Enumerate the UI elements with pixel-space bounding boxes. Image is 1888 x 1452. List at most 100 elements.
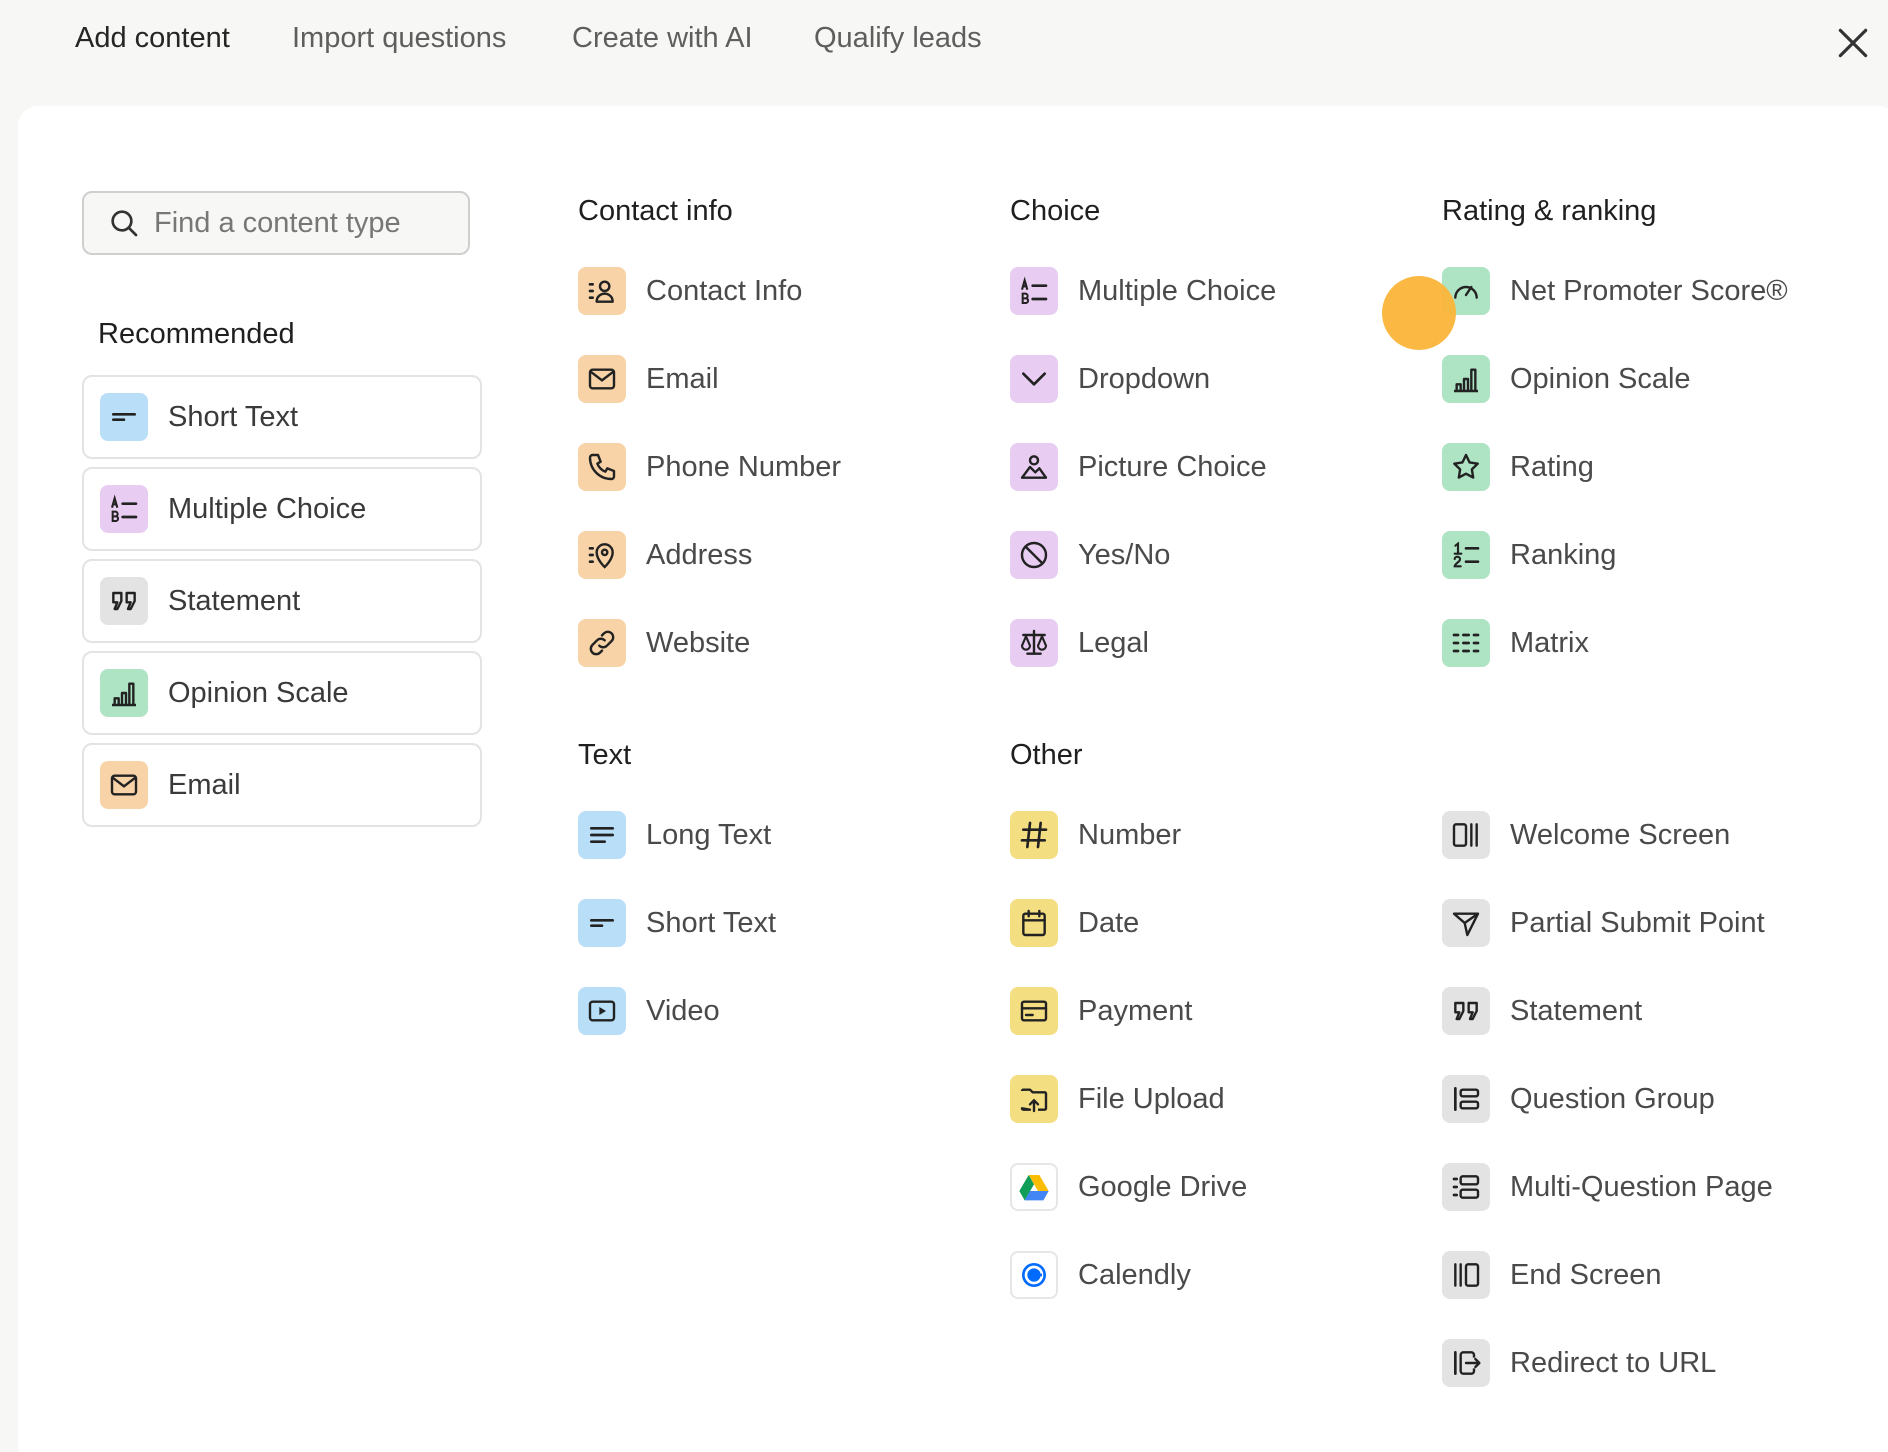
content-item-multi-question-page[interactable]: Multi-Question Page bbox=[1442, 1161, 1773, 1213]
quote-icon bbox=[1442, 987, 1490, 1035]
bar-chart-icon bbox=[1442, 355, 1490, 403]
hash-icon bbox=[1010, 811, 1058, 859]
send-icon bbox=[1442, 899, 1490, 947]
content-item-calendly[interactable]: Calendly bbox=[1010, 1249, 1191, 1301]
section-title-rating-ranking: Rating & ranking bbox=[1442, 195, 1657, 227]
phone-icon bbox=[578, 443, 626, 491]
content-item-email[interactable]: Email bbox=[578, 353, 719, 405]
ranking-list-icon bbox=[1442, 531, 1490, 579]
search-icon bbox=[111, 210, 138, 237]
content-item-rating[interactable]: Rating bbox=[1442, 441, 1594, 493]
recommended-item-opinion-scale[interactable]: Opinion Scale bbox=[82, 651, 482, 735]
content-item-address[interactable]: Address bbox=[578, 529, 752, 581]
credit-card-icon bbox=[1010, 987, 1058, 1035]
content-item-statement[interactable]: Statement bbox=[1442, 985, 1642, 1037]
content-item-welcome-screen[interactable]: Welcome Screen bbox=[1442, 809, 1730, 861]
recommended-item-short-text[interactable]: Short Text bbox=[82, 375, 482, 459]
content-item-label: Welcome Screen bbox=[1510, 818, 1731, 851]
content-item-payment[interactable]: Payment bbox=[1010, 985, 1192, 1037]
search-input[interactable] bbox=[154, 206, 454, 240]
short-text-icon bbox=[100, 393, 148, 441]
question-group-icon bbox=[1442, 1075, 1490, 1123]
content-item-file-upload[interactable]: File Upload bbox=[1010, 1073, 1225, 1125]
content-item-label: Contact Info bbox=[646, 274, 803, 307]
mail-icon bbox=[100, 761, 148, 809]
contact-card-icon bbox=[578, 267, 626, 315]
end-screen-icon bbox=[1442, 1251, 1490, 1299]
content-item-ranking[interactable]: Ranking bbox=[1442, 529, 1616, 581]
content-item-label: Legal bbox=[1078, 626, 1149, 659]
content-item-question-group[interactable]: Question Group bbox=[1442, 1073, 1715, 1125]
content-item-label: Email bbox=[646, 362, 719, 395]
long-text-icon bbox=[578, 811, 626, 859]
content-item-google-drive[interactable]: Google Drive bbox=[1010, 1161, 1247, 1213]
content-item-label: File Upload bbox=[1078, 1082, 1225, 1115]
recommended-item-label: Opinion Scale bbox=[168, 676, 349, 709]
content-item-legal[interactable]: Legal bbox=[1010, 617, 1149, 669]
multiple-choice-icon bbox=[1010, 267, 1058, 315]
recommended-item-email[interactable]: Email bbox=[82, 743, 482, 827]
google-drive-icon bbox=[1010, 1163, 1058, 1211]
chevron-down-icon bbox=[1010, 355, 1058, 403]
content-item-long-text[interactable]: Long Text bbox=[578, 809, 771, 861]
content-item-short-text[interactable]: Short Text bbox=[578, 897, 776, 949]
recommended-item-multiple-choice[interactable]: Multiple Choice bbox=[82, 467, 482, 551]
bar-chart-icon bbox=[100, 669, 148, 717]
content-item-partial-submit-point[interactable]: Partial Submit Point bbox=[1442, 897, 1765, 949]
tab-add-content[interactable]: Add content bbox=[75, 22, 230, 55]
content-item-video[interactable]: Video bbox=[578, 985, 720, 1037]
content-item-label: Statement bbox=[1510, 994, 1643, 1027]
recommended-item-statement[interactable]: Statement bbox=[82, 559, 482, 643]
content-item-label: Ranking bbox=[1510, 538, 1617, 571]
content-item-date[interactable]: Date bbox=[1010, 897, 1139, 949]
link-icon bbox=[578, 619, 626, 667]
multi-question-icon bbox=[1442, 1163, 1490, 1211]
content-item-label: Yes/No bbox=[1078, 538, 1171, 571]
content-item-label: Phone Number bbox=[646, 450, 842, 483]
content-item-label: Payment bbox=[1078, 994, 1193, 1027]
search-box[interactable] bbox=[82, 191, 470, 255]
top-tab-bar: Add content Import questions Create with… bbox=[0, 0, 1888, 88]
content-item-label: Picture Choice bbox=[1078, 450, 1267, 483]
content-item-number[interactable]: Number bbox=[1010, 809, 1181, 861]
content-item-contact-info[interactable]: Contact Info bbox=[578, 265, 802, 317]
content-item-label: Redirect to URL bbox=[1510, 1346, 1717, 1379]
recommended-item-label: Multiple Choice bbox=[168, 492, 367, 525]
content-item-opinion-scale[interactable]: Opinion Scale bbox=[1442, 353, 1691, 405]
content-item-label: Opinion Scale bbox=[1510, 362, 1691, 395]
quote-icon bbox=[100, 577, 148, 625]
content-item-label: Partial Submit Point bbox=[1510, 906, 1765, 939]
content-item-label: End Screen bbox=[1510, 1258, 1662, 1291]
picture-icon bbox=[1010, 443, 1058, 491]
content-item-website[interactable]: Website bbox=[578, 617, 750, 669]
location-pin-icon bbox=[578, 531, 626, 579]
content-item-picture-choice[interactable]: Picture Choice bbox=[1010, 441, 1267, 493]
content-item-yes-no[interactable]: Yes/No bbox=[1010, 529, 1170, 581]
welcome-screen-icon bbox=[1442, 811, 1490, 859]
content-item-matrix[interactable]: Matrix bbox=[1442, 617, 1589, 669]
calendar-icon bbox=[1010, 899, 1058, 947]
content-item-label: Video bbox=[646, 994, 720, 1027]
content-item-label: Long Text bbox=[646, 818, 772, 851]
recommended-item-label: Email bbox=[168, 768, 241, 801]
content-item-end-screen[interactable]: End Screen bbox=[1442, 1249, 1662, 1301]
content-item-redirect-to-url[interactable]: Redirect to URL bbox=[1442, 1337, 1716, 1389]
section-title-contact-info: Contact info bbox=[578, 195, 733, 227]
tab-import-questions[interactable]: Import questions bbox=[292, 22, 506, 55]
close-icon[interactable] bbox=[1834, 24, 1872, 62]
video-play-icon bbox=[578, 987, 626, 1035]
content-item-phone-number[interactable]: Phone Number bbox=[578, 441, 841, 493]
content-item-multiple-choice[interactable]: Multiple Choice bbox=[1010, 265, 1276, 317]
content-item-label: Address bbox=[646, 538, 753, 571]
content-item-net-promoter-score[interactable]: Net Promoter Score® bbox=[1442, 265, 1788, 317]
matrix-grid-icon bbox=[1442, 619, 1490, 667]
section-title-other: Other bbox=[1010, 739, 1083, 771]
tab-create-with-ai[interactable]: Create with AI bbox=[572, 22, 753, 55]
recommended-item-label: Short Text bbox=[168, 400, 299, 433]
section-title-choice: Choice bbox=[1010, 195, 1101, 227]
content-item-label: Rating bbox=[1510, 450, 1594, 483]
cursor-highlight bbox=[1382, 276, 1456, 350]
tab-qualify-leads[interactable]: Qualify leads bbox=[814, 22, 982, 55]
redirect-icon bbox=[1442, 1339, 1490, 1387]
content-item-dropdown[interactable]: Dropdown bbox=[1010, 353, 1210, 405]
